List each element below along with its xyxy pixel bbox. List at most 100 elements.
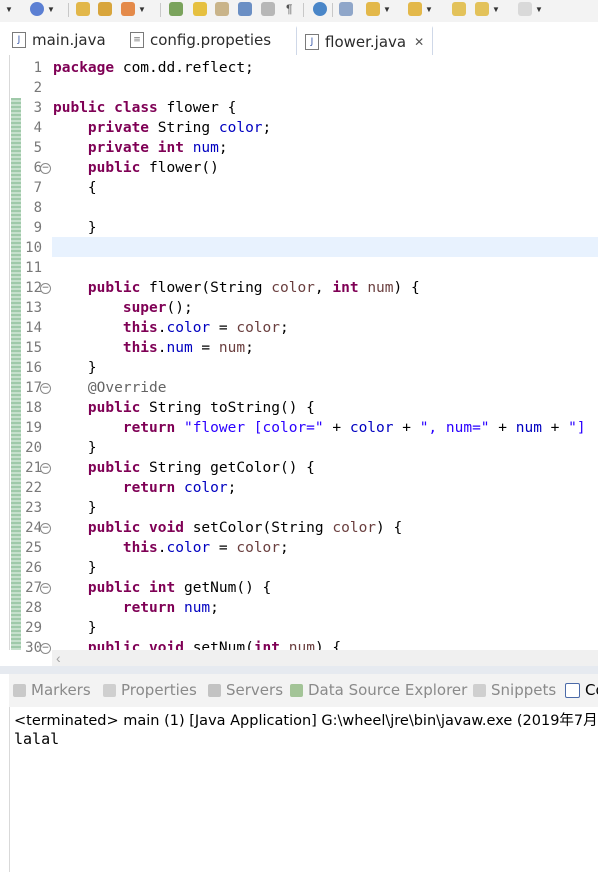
link-icon[interactable]	[215, 1, 229, 17]
fold-toggle-icon[interactable]: −	[40, 523, 51, 534]
tab-console[interactable]: Co	[565, 681, 598, 699]
fold-toggle-icon[interactable]: −	[40, 463, 51, 474]
tab-label: Co	[585, 681, 598, 699]
prev-annotation-icon[interactable]: ▼	[408, 1, 433, 17]
run-config-icon[interactable]: ▼	[30, 1, 55, 17]
line-number: 24	[25, 520, 42, 536]
line-number: 8	[33, 200, 42, 216]
line-number: 26	[25, 560, 42, 576]
code-line-9: }	[53, 220, 97, 236]
fold-toggle-icon[interactable]: −	[40, 283, 51, 294]
line-number: 16	[25, 360, 42, 376]
close-icon[interactable]: ✕	[414, 35, 424, 49]
back-history-icon[interactable]: ▼	[475, 1, 500, 17]
tab-markers[interactable]: Markers	[13, 681, 91, 699]
code-line-26: }	[53, 560, 97, 576]
properties-icon	[103, 683, 116, 697]
tab-label: main.java	[32, 31, 106, 49]
console-view[interactable]: <terminated> main (1) [Java Application]…	[9, 707, 598, 872]
tab-label: Data Source Explorer	[308, 681, 468, 699]
code-line-14: this.color = color;	[122, 320, 289, 336]
code-line-17: @Override	[87, 380, 167, 396]
line-number: 13	[25, 300, 42, 316]
back-icon[interactable]	[452, 1, 466, 17]
tab-label: Properties	[121, 681, 197, 699]
new-folder-icon[interactable]	[98, 1, 112, 17]
java-file-icon: J	[305, 34, 319, 50]
current-line-highlight	[52, 237, 598, 257]
line-number: 29	[25, 620, 42, 636]
line-number: 11	[25, 260, 42, 276]
new-package-icon[interactable]	[169, 1, 183, 17]
editor-tab-bar: J main.java ≡ config.propeties J flower.…	[0, 22, 598, 56]
wand-icon[interactable]: ▼	[121, 1, 146, 17]
document-icon[interactable]	[261, 1, 275, 17]
scroll-left-icon[interactable]: ‹	[56, 650, 61, 666]
next-annotation-icon[interactable]: ▼	[366, 1, 391, 17]
tab-flower-java[interactable]: J flower.java ✕	[296, 26, 434, 56]
code-line-1: package com.dd.reflect;	[53, 60, 254, 76]
code-line-7: {	[53, 180, 97, 196]
horizontal-scrollbar[interactable]: ‹	[52, 650, 598, 666]
console-status: <terminated> main (1) [Java Application]…	[14, 713, 598, 729]
code-line-16: }	[53, 360, 97, 376]
code-line-23: }	[53, 500, 97, 516]
line-number: 4	[33, 120, 42, 136]
open-folder-icon[interactable]	[76, 1, 90, 17]
java-file-icon: J	[12, 32, 26, 48]
pin-icon[interactable]	[339, 1, 353, 17]
line-number: 7	[33, 180, 42, 196]
fold-toggle-icon[interactable]: −	[40, 643, 51, 654]
pilcrow-icon[interactable]: ¶	[286, 1, 292, 17]
snippets-icon	[473, 683, 486, 697]
tab-main-java[interactable]: J main.java	[12, 26, 106, 54]
tab-label: Markers	[31, 681, 91, 699]
tab-label: Servers	[226, 681, 284, 699]
tab-config-propeties[interactable]: ≡ config.propeties	[130, 26, 271, 54]
toolbar-separator	[68, 3, 69, 17]
line-number: 21	[25, 460, 42, 476]
tab-label: config.propeties	[150, 31, 272, 49]
code-line-5: private int num;	[87, 140, 228, 156]
line-number: 15	[25, 340, 42, 356]
line-number: 9	[33, 220, 42, 236]
line-number: 6	[33, 160, 42, 176]
code-line-13: super();	[122, 300, 193, 316]
toolbar-separator	[160, 3, 161, 17]
save-all-icon[interactable]	[238, 1, 252, 17]
line-number: 27	[25, 580, 42, 596]
line-number: 14	[25, 320, 42, 336]
line-number: 10	[25, 240, 42, 256]
code-line-15: this.num = num;	[122, 340, 254, 356]
fold-toggle-icon[interactable]: −	[40, 163, 51, 174]
line-number: 22	[25, 480, 42, 496]
code-line-20: }	[53, 440, 97, 456]
tab-properties[interactable]: Properties	[103, 681, 197, 699]
quick-diff-added	[11, 98, 21, 650]
servers-icon	[208, 683, 221, 697]
line-number: 19	[25, 420, 42, 436]
tab-data-source-explorer[interactable]: Data Source Explorer	[290, 681, 467, 699]
line-number: 2	[33, 80, 42, 96]
code-line-12: public flower(String color, int num) {	[87, 280, 420, 296]
line-number: 1	[33, 60, 42, 76]
down-arrow-icon[interactable]: ▼	[2, 1, 13, 17]
line-number: 25	[25, 540, 42, 556]
quick-diff-ruler	[11, 56, 21, 650]
panel-separator[interactable]	[0, 666, 598, 674]
code-line-6: public flower()	[87, 160, 219, 176]
line-number: 5	[33, 140, 42, 156]
forward-icon[interactable]: ▼	[518, 1, 543, 17]
fold-toggle-icon[interactable]: −	[40, 583, 51, 594]
code-line-25: this.color = color;	[122, 540, 289, 556]
code-line-24: public void setColor(String color) {	[87, 520, 403, 536]
globe-icon[interactable]	[313, 1, 327, 17]
fold-toggle-icon[interactable]: −	[40, 383, 51, 394]
line-number: 17	[25, 380, 42, 396]
tab-snippets[interactable]: Snippets	[473, 681, 556, 699]
tab-servers[interactable]: Servers	[208, 681, 283, 699]
console-output: lalal	[14, 730, 60, 748]
tab-label: Snippets	[491, 681, 557, 699]
pencil-icon[interactable]	[193, 1, 207, 17]
line-number: 28	[25, 600, 42, 616]
